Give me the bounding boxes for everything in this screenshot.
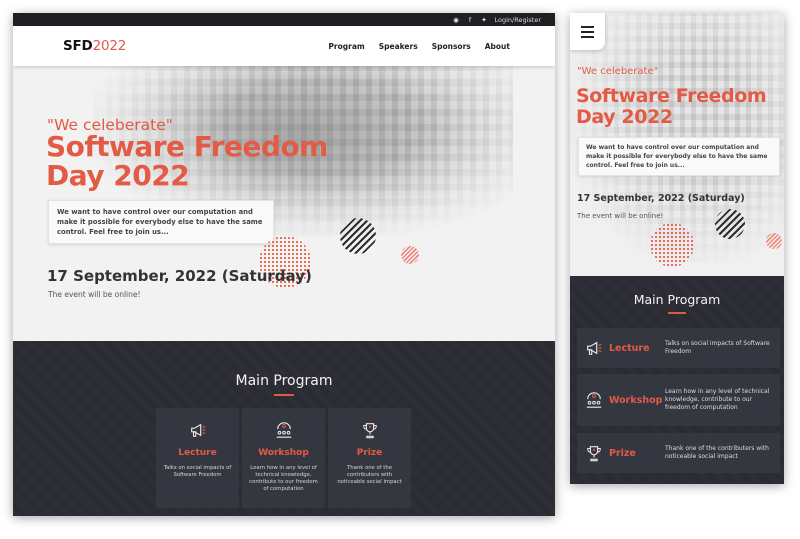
hero-title-line2: Day 2022 — [46, 159, 190, 192]
program-card-lecture[interactable]: Lecture Talks on social impacts of Softw… — [577, 328, 780, 368]
event-online-note: The event will be online! — [577, 212, 664, 220]
hero-intro-box: We want to have control over our computa… — [578, 137, 780, 176]
event-date: 17 September, 2022 (Saturday) — [47, 267, 312, 285]
top-utility-bar: ◉ f ✦ Login/Register — [13, 13, 555, 26]
card-title: Workshop — [609, 394, 663, 406]
red-circle-decoration — [766, 233, 782, 249]
program-card-prize[interactable]: Prize Thank one of the contributers with… — [328, 408, 411, 508]
mobile-main-program-section: Main Program Lecture Talks on social imp… — [570, 276, 784, 484]
megaphone-icon — [587, 341, 602, 355]
event-date: 17 September, 2022 (Saturday) — [577, 193, 745, 204]
hero-title-line2: Day 2022 — [576, 106, 673, 128]
striped-circle-decoration — [715, 209, 745, 239]
mobile-view: "We celeberate" Software Freedom Day 202… — [570, 13, 784, 484]
card-description: Talks on social impacts of Software Free… — [665, 340, 770, 355]
title-underline — [274, 394, 294, 396]
program-cards: Lecture Talks on social impacts of Softw… — [156, 408, 411, 508]
card-description: Thank one of the contributers with notic… — [665, 445, 769, 460]
nav-links: Program Speakers Sponsors About — [328, 42, 510, 51]
striped-circle-decoration — [340, 218, 376, 254]
program-card-lecture[interactable]: Lecture Talks on social impacts of Softw… — [156, 408, 239, 508]
card-description: Learn how in any level of technical know… — [249, 465, 318, 492]
hero-quote: "We celeberate" — [577, 66, 659, 77]
title-underline — [668, 312, 686, 314]
nav-about[interactable]: About — [485, 42, 510, 51]
megaphone-icon — [190, 423, 205, 437]
menu-bar-icon — [581, 25, 594, 28]
menu-bar-icon — [581, 35, 594, 38]
mastodon-icon[interactable]: ◉ — [453, 16, 460, 24]
card-description: Talks on social impacts of Software Free… — [163, 465, 232, 478]
hero-title-line1: Software Freedom — [46, 130, 328, 163]
card-description: Thank one of the contributers with notic… — [337, 465, 402, 485]
main-navbar: SFD2022 Program Speakers Sponsors About — [13, 26, 555, 66]
mobile-hero-section: "We celeberate" Software Freedom Day 202… — [570, 13, 784, 276]
card-title: Lecture — [609, 342, 650, 354]
logo-text: SFD — [63, 38, 93, 54]
red-circle-decoration — [401, 246, 419, 264]
program-card-prize[interactable]: Prize Thank one of the contributers with… — [577, 433, 780, 473]
program-card-workshop[interactable]: Workshop Learn how in any level of techn… — [242, 408, 325, 508]
desktop-view: ◉ f ✦ Login/Register SFD2022 Program Spe… — [13, 13, 555, 516]
login-register-link[interactable]: Login/Register — [495, 16, 542, 24]
hero-title: Software Freedom Day 2022 — [46, 132, 336, 190]
nav-sponsors[interactable]: Sponsors — [432, 42, 471, 51]
main-program-section: Main Program Lecture Talks on social imp… — [13, 341, 555, 516]
trophy-icon — [587, 446, 601, 462]
program-title: Main Program — [235, 373, 333, 389]
card-description: Learn how in any level of technical know… — [665, 388, 770, 411]
event-online-note: The event will be online! — [48, 290, 141, 299]
site-logo[interactable]: SFD2022 — [63, 38, 126, 54]
hamburger-menu-button[interactable] — [570, 13, 605, 50]
hero-title: Software Freedom Day 2022 — [576, 86, 781, 128]
hero-section: "We celeberate" Software Freedom Day 202… — [13, 66, 555, 341]
hero-title-line1: Software Freedom — [576, 85, 767, 107]
nav-speakers[interactable]: Speakers — [379, 42, 418, 51]
trophy-icon — [362, 423, 377, 439]
menu-bar-icon — [581, 30, 594, 33]
program-title: Main Program — [633, 292, 721, 307]
dotted-circle-decoration — [650, 223, 694, 267]
card-title: Workshop — [258, 448, 309, 458]
screenshot-canvas: ◉ f ✦ Login/Register SFD2022 Program Spe… — [0, 0, 800, 539]
program-card-workshop[interactable]: Workshop Learn how in any level of techn… — [577, 374, 780, 426]
hero-intro-box: We want to have control over our computa… — [48, 200, 274, 244]
card-title: Prize — [356, 448, 383, 458]
card-title: Prize — [609, 447, 636, 459]
logo-year: 2022 — [92, 38, 127, 54]
nav-program[interactable]: Program — [328, 42, 364, 51]
workshop-icon — [586, 392, 602, 408]
twitter-icon[interactable]: ✦ — [481, 16, 488, 24]
workshop-icon — [276, 422, 291, 438]
card-title: Lecture — [178, 448, 217, 458]
facebook-icon[interactable]: f — [467, 16, 474, 24]
